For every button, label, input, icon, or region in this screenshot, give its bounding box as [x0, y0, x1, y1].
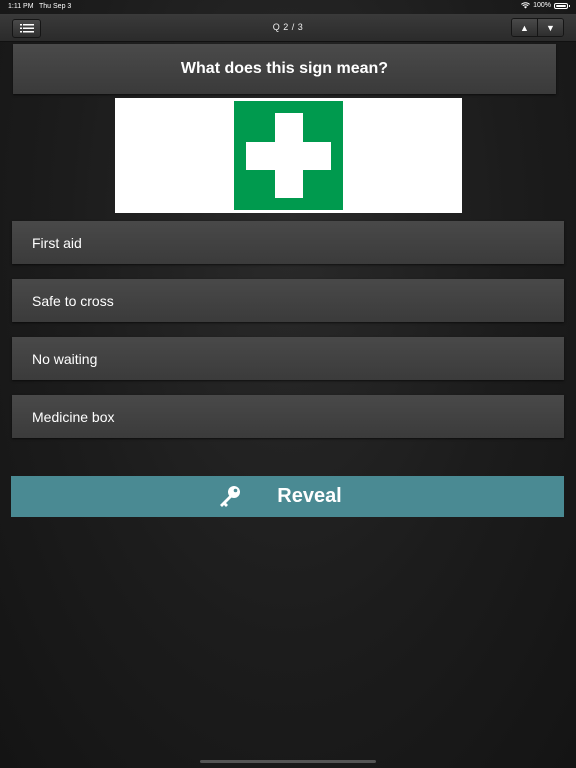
next-question-button[interactable]: ▼ — [537, 19, 563, 36]
previous-question-button[interactable]: ▲ — [512, 19, 537, 36]
battery-icon — [554, 2, 570, 9]
answer-option[interactable]: First aid — [12, 221, 564, 264]
down-arrow-icon: ▼ — [546, 22, 555, 33]
home-indicator — [200, 760, 376, 763]
reveal-button[interactable]: Reveal — [11, 476, 564, 517]
nav-bar: Q 2 / 3 ▲ ▼ — [0, 14, 576, 42]
status-bar: 1:11 PM Thu Sep 3 100% — [0, 0, 576, 14]
answer-option[interactable]: Medicine box — [12, 395, 564, 438]
wifi-icon — [521, 2, 531, 9]
cross-horizontal — [246, 142, 331, 170]
up-arrow-icon: ▲ — [520, 22, 529, 33]
question-counter: Q 2 / 3 — [272, 22, 304, 32]
answer-label: Safe to cross — [32, 292, 114, 309]
answer-option[interactable]: No waiting — [12, 337, 564, 380]
answer-option[interactable]: Safe to cross — [12, 279, 564, 322]
status-indicators: 100% — [521, 2, 570, 9]
question-title: What does this sign mean? — [13, 44, 556, 94]
status-time: 1:11 PM — [8, 3, 34, 10]
battery-percent: 100% — [533, 2, 551, 9]
first-aid-sign-icon — [234, 101, 343, 210]
answer-label: First aid — [32, 234, 82, 251]
answer-label: No waiting — [32, 350, 98, 367]
answer-label: Medicine box — [32, 408, 115, 425]
key-icon — [220, 485, 241, 507]
sign-image — [115, 98, 462, 213]
question-navigation: ▲ ▼ — [511, 18, 564, 37]
status-date: Thu Sep 3 — [39, 3, 72, 10]
reveal-label: Reveal — [277, 485, 342, 507]
